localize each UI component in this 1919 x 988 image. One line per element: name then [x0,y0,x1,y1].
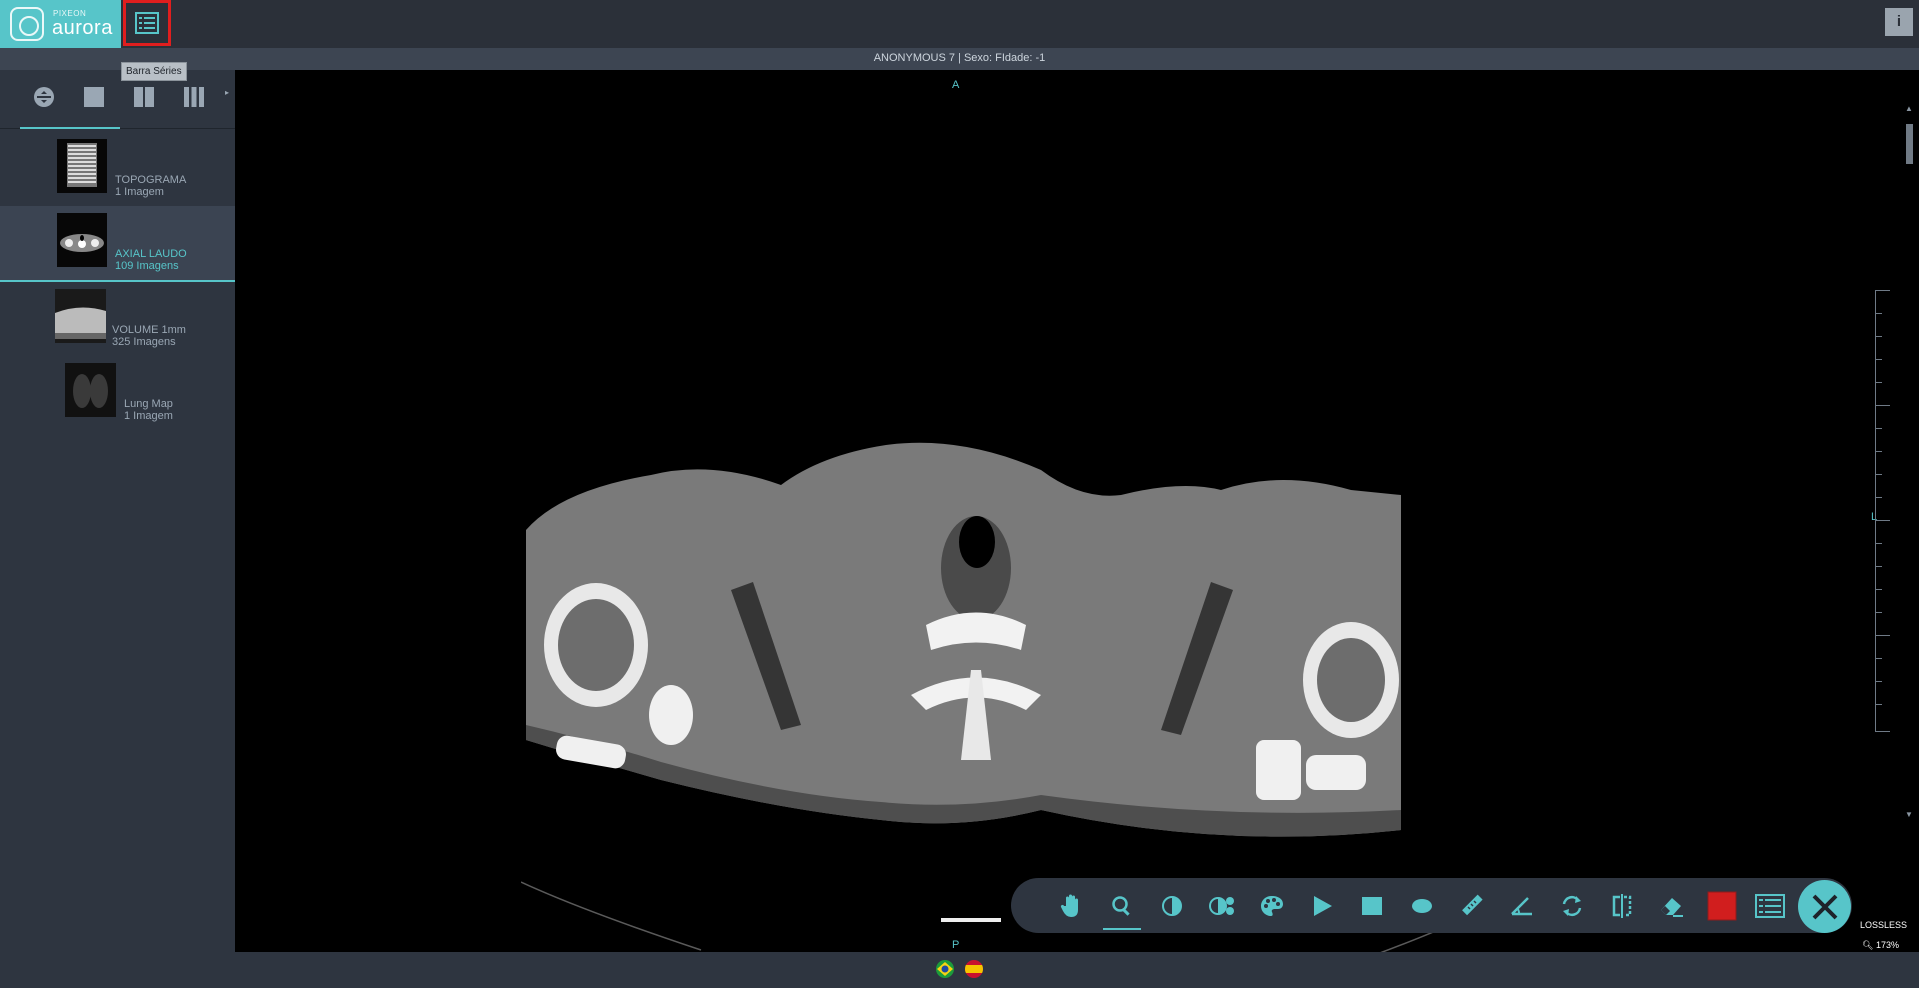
rotate-tool-button[interactable] [1547,878,1597,933]
brand-name: aurora [52,17,113,39]
series-thumbnail [57,213,107,267]
orientation-top-label: A [952,79,960,91]
app-logo[interactable]: PIXEON aurora [0,0,121,48]
zoom-level: 173% [1875,940,1899,950]
series-item-volume-1mm[interactable]: VOLUME 1mm 325 Imagens [0,282,235,356]
layout-two-columns-icon [134,87,154,107]
series-thumbnail [65,363,116,417]
layout-selected-indicator [20,127,120,129]
rectangle-roi-tool-button[interactable] [1347,878,1397,933]
scroll-thumb[interactable] [1906,124,1913,164]
ellipse-roi-tool-button[interactable] [1397,878,1447,933]
list-icon [135,12,159,34]
series-count: 325 Imagens [112,336,176,348]
color-swatch-icon [1707,891,1737,920]
eraser-icon [1661,897,1683,917]
image-scrollbar[interactable]: ▲ ▼ [1904,100,1915,824]
info-button[interactable]: i [1885,8,1913,36]
series-bar-tooltip: Barra Séries [121,62,187,81]
series-name: VOLUME 1mm [112,324,186,336]
ct-axial-image [526,442,1401,837]
palette-icon [1261,895,1283,916]
invert-icon [1209,896,1234,915]
layout-three-columns-icon [184,87,204,107]
layout-1x2-button[interactable] [129,84,159,110]
angle-tool-button[interactable] [1497,878,1547,933]
series-thumbnail [55,289,106,343]
logo-emblem-icon [10,7,44,41]
zoom-indicator: 🔍︎ 173% [1862,940,1899,951]
play-icon [1314,895,1332,916]
cine-play-tool-button[interactable] [1297,878,1347,933]
series-count: 1 Imagem [124,410,173,422]
zoom-small-icon: 🔍︎ [1862,940,1874,950]
series-item-topograma[interactable]: TOPOGRAMA 1 Imagem [0,134,235,208]
series-name: Lung Map [124,398,173,410]
close-icon [1812,894,1837,919]
series-bar-toggle-button[interactable] [123,0,171,46]
layout-single-icon [84,87,104,107]
bottom-bar [0,952,1919,988]
magnifier-icon [1112,895,1130,916]
window-level-tool-button[interactable] [1147,878,1197,933]
series-list-tool-button[interactable] [1745,878,1795,933]
close-viewer-button[interactable] [1798,880,1851,933]
series-item-lung-map[interactable]: Lung Map 1 Imagem [0,356,235,430]
layout-1x1-button[interactable] [79,84,109,110]
series-sidebar: ▸ TOPOGRAMA 1 Imagem AXIAL LAUDO 109 Ima… [0,70,236,988]
layout-selector: ▸ [0,70,235,129]
ellipse-icon [1412,898,1432,913]
scroll-up-arrow-icon[interactable]: ▲ [1905,104,1913,113]
flip-icon [1612,893,1632,918]
contrast-icon [1162,895,1182,916]
series-count: 1 Imagem [115,186,164,198]
color-palette-tool-button[interactable] [1247,878,1297,933]
layout-fit-icon [34,87,54,107]
language-pt-br-flag-icon[interactable] [936,960,954,978]
rectangle-icon [1362,896,1382,915]
layout-fit-button[interactable] [29,84,59,110]
invert-tool-button[interactable] [1197,878,1247,933]
more-layouts-arrow-icon[interactable]: ▸ [225,88,229,97]
scroll-down-arrow-icon[interactable]: ▼ [1905,810,1913,819]
patient-info: ANONYMOUS 7 | Sexo: FIdade: -1 [873,52,1046,64]
compression-label: LOSSLESS [1860,920,1908,930]
series-thumbnail [57,139,107,193]
series-name: AXIAL LAUDO [115,248,187,260]
rotate-icon [1562,895,1582,916]
ruler-tool-button[interactable] [1447,878,1497,933]
language-es-flag-icon[interactable] [965,960,983,978]
zoom-tool-button[interactable] [1097,878,1147,933]
top-bar [0,0,1919,48]
image-viewport[interactable]: A L P ▲ ▼ [235,70,1919,960]
ruler-icon [1462,894,1483,915]
hand-icon [1060,894,1078,917]
tool-bar [1011,878,1852,933]
series-count: 109 Imagens [115,260,179,272]
series-name: TOPOGRAMA [115,174,187,186]
annotation-color-button[interactable] [1697,878,1747,933]
list-icon [1755,893,1785,918]
scale-ruler [1875,290,1890,732]
pan-tool-button[interactable] [1047,878,1097,933]
flip-tool-button[interactable] [1597,878,1647,933]
series-item-axial-laudo[interactable]: AXIAL LAUDO 109 Imagens [0,206,235,282]
eraser-tool-button[interactable] [1647,878,1697,933]
layout-1x3-button[interactable] [179,84,209,110]
angle-icon [1511,896,1532,915]
